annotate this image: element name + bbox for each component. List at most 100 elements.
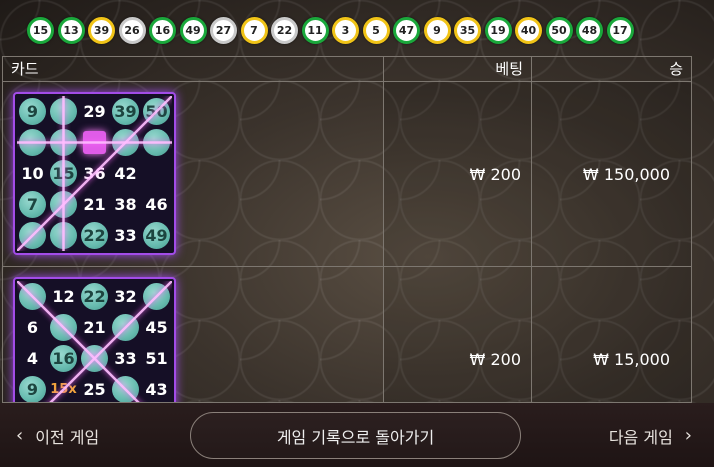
bingo-square-number: 15 (52, 164, 75, 183)
bingo-square-number: 9 (26, 102, 39, 121)
bingo-square: 22 (79, 220, 110, 251)
bingo-square: 22 (79, 281, 110, 312)
bingo-square: 6 (17, 312, 48, 343)
bingo-square: 49 (141, 220, 172, 251)
bottom-nav-bar: ‹ 이전 게임 게임 기록으로 돌아가기 다음 게임 › (0, 403, 714, 467)
drawn-ball: 47 (393, 17, 420, 44)
bingo-square: 33 (110, 220, 141, 251)
drawn-balls-row: 15 13 39 26 16 49 27 7 22 11 3 5 47 9 35 19 40 50 48 17 (27, 17, 634, 44)
bingo-square: 45 (141, 312, 172, 343)
bingo-square: 36 (79, 158, 110, 189)
drawn-ball: 27 (210, 17, 237, 44)
bingo-square-number: 15x (50, 382, 77, 397)
bingo-square-number: 7 (26, 195, 39, 214)
back-to-history-label: 게임 기록으로 돌아가기 (276, 427, 435, 447)
bingo-square: 9 (17, 96, 48, 127)
bingo-square: 9 (17, 374, 48, 402)
bingo-square-number: 16 (52, 349, 75, 368)
next-game-label: 다음 게임 (608, 428, 673, 447)
bingo-square: 42 (110, 158, 141, 189)
bingo-square (79, 343, 110, 374)
bingo-square-number: 22 (83, 226, 106, 245)
bingo-square: 38 (110, 189, 141, 220)
bingo-square-number: 51 (145, 349, 168, 368)
chevron-right-icon: › (684, 425, 692, 446)
bingo-square: 29 (79, 96, 110, 127)
drawn-ball: 35 (454, 17, 481, 44)
bingo-square (48, 220, 79, 251)
bet-amount: ₩ 200 (384, 267, 532, 402)
bingo-square (17, 127, 48, 158)
table-body: 9 29 39 50 10 15 36 42 7 21 38 46 22 33 49 ₩ 200 ₩ 150… (3, 82, 691, 402)
bingo-square-number: 32 (114, 287, 137, 306)
bingo-square: 15 (48, 158, 79, 189)
drawn-ball: 11 (301, 17, 329, 44)
bingo-square-number: 50 (145, 102, 168, 121)
bingo-square (110, 374, 141, 402)
drawn-ball: 5 (362, 17, 390, 44)
bingo-square-number: 4 (26, 349, 39, 368)
drawn-ball: 49 (179, 17, 207, 44)
drawn-ball: 17 (606, 17, 634, 44)
bingo-square-number: 49 (145, 226, 168, 245)
bingo-square: 51 (141, 343, 172, 374)
drawn-ball: 16 (149, 17, 176, 44)
bingo-square: 33 (110, 343, 141, 374)
table-row: 12 22 32 6 21 45 4 16 33 51 9 15x 25 43 ₩ 200 ₩ 15,00… (3, 267, 691, 402)
drawn-ball: 50 (545, 17, 573, 44)
bingo-square-number: 45 (145, 318, 168, 337)
next-game-button[interactable]: 다음 게임 › (609, 424, 692, 448)
win-amount: ₩ 15,000 (532, 267, 691, 402)
bingo-square: 10 (17, 158, 48, 189)
bingo-square (48, 189, 79, 220)
bingo-square-number: 43 (145, 380, 168, 399)
card-cell: 12 22 32 6 21 45 4 16 33 51 9 15x 25 43 (3, 267, 384, 402)
bingo-square-number: 42 (114, 164, 137, 183)
bingo-square (17, 220, 48, 251)
bet-amount: ₩ 200 (384, 82, 532, 266)
card-cell: 9 29 39 50 10 15 36 42 7 21 38 46 22 33 49 (3, 82, 384, 266)
bingo-square-number: 22 (83, 287, 106, 306)
bingo-square: 50 (141, 96, 172, 127)
back-to-history-button[interactable]: 게임 기록으로 돌아가기 (190, 412, 521, 459)
bingo-square (141, 281, 172, 312)
bingo-square-number: 25 (83, 380, 106, 399)
previous-game-label: 이전 게임 (35, 428, 100, 447)
bingo-square: 4 (17, 343, 48, 374)
drawn-ball: 22 (271, 17, 298, 44)
bingo-square: 15x (48, 374, 79, 402)
bingo-grid: 9 29 39 50 10 15 36 42 7 21 38 46 22 33 49 (17, 96, 172, 251)
bingo-card: 12 22 32 6 21 45 4 16 33 51 9 15x 25 43 (13, 277, 176, 402)
bingo-square-number: 46 (145, 195, 168, 214)
bingo-square: 16 (48, 343, 79, 374)
drawn-ball: 40 (515, 17, 542, 44)
drawn-ball: 15 (27, 17, 54, 44)
drawn-ball: 7 (240, 17, 268, 44)
bingo-square: 46 (141, 189, 172, 220)
bingo-square: 7 (17, 189, 48, 220)
bingo-card: 9 29 39 50 10 15 36 42 7 21 38 46 22 33 49 (13, 92, 176, 255)
drawn-ball: 19 (484, 17, 512, 44)
win-amount: ₩ 150,000 (532, 82, 691, 266)
bingo-square (110, 312, 141, 343)
previous-game-button[interactable]: ‹ 이전 게임 (16, 424, 99, 448)
bingo-square: 32 (110, 281, 141, 312)
table-row: 9 29 39 50 10 15 36 42 7 21 38 46 22 33 49 ₩ 200 ₩ 150… (3, 82, 691, 267)
header-bet: 베팅 (384, 57, 532, 81)
drawn-ball: 48 (576, 17, 603, 44)
bingo-square: 12 (48, 281, 79, 312)
bingo-square-number: 21 (83, 318, 106, 337)
bingo-square-number: 21 (83, 195, 106, 214)
bingo-square-number: 33 (114, 226, 137, 245)
bingo-square-number: 38 (114, 195, 137, 214)
bingo-square-number: 12 (52, 287, 75, 306)
header-card: 카드 (3, 57, 384, 81)
bingo-square: 43 (141, 374, 172, 402)
drawn-ball: 9 (423, 17, 451, 44)
bingo-square: 25 (79, 374, 110, 402)
drawn-ball: 39 (88, 17, 115, 44)
bingo-grid: 12 22 32 6 21 45 4 16 33 51 9 15x 25 43 (17, 281, 172, 402)
bingo-square (17, 281, 48, 312)
bingo-square-number: 9 (26, 380, 39, 399)
bingo-square: 39 (110, 96, 141, 127)
